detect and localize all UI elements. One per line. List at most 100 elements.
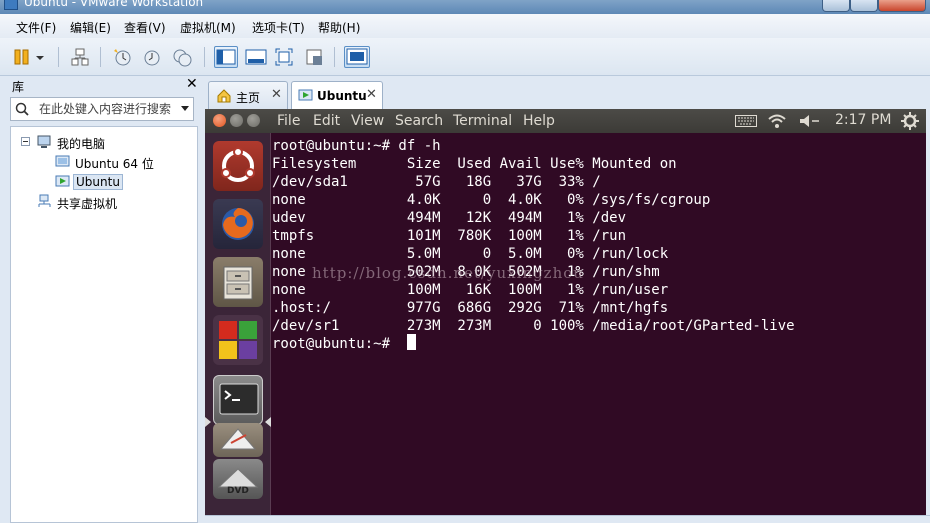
ubuntu-logo-icon[interactable] [213,141,263,191]
office-icon[interactable] [213,315,263,365]
gear-icon[interactable] [901,112,919,130]
revert-icon[interactable] [142,47,162,67]
tree-item-ubuntu-64[interactable]: Ubuntu 64 位 [55,153,195,171]
home-icon [217,89,231,103]
unity-icon[interactable] [304,47,324,67]
volume-icon[interactable] [799,114,821,128]
guest-menu-search[interactable]: Search [395,113,443,129]
tree-label: Ubuntu [73,174,123,190]
tree-item-shared-vms[interactable]: 共享虚拟机 [37,193,187,211]
dvd-icon[interactable]: DVD [213,459,263,499]
running-vm-icon [298,89,313,101]
watermark: http://blog.csdn.net/yuxingzhou [312,264,584,282]
sidebar-icon[interactable] [214,46,238,68]
terminal-line: tmpfs 101M 780K 100M 1% /run [272,228,627,244]
unity-launcher: DVD [205,133,271,515]
guest-display[interactable]: File Edit View Search Terminal Help 2:17… [205,109,926,515]
library-header: 库 ✕ [6,76,202,94]
terminal-line: .host:/ 977G 686G 292G 71% /mnt/hgfs [272,300,669,316]
pause-icon[interactable] [12,47,32,67]
guest-menu-edit[interactable]: Edit [313,113,340,129]
tree-item-ubuntu[interactable]: Ubuntu [55,173,195,191]
menu-edit[interactable]: 编辑(E) [70,19,111,36]
tab-strip: 主页 ✕ Ubuntu ✕ [205,76,930,109]
manage-snapshots-icon[interactable] [172,47,192,67]
status-bar [205,515,930,523]
terminal-line: /dev/sr1 273M 273M 0 100% /media/root/GP… [272,318,795,334]
search-dropdown-icon[interactable] [181,106,189,111]
computer-icon [37,135,51,148]
library-tree: 我的电脑 Ubuntu 64 位 Ubuntu 共享虚拟机 [10,126,198,523]
network-icon[interactable] [70,47,90,67]
search-icon [15,102,29,116]
running-vm-icon [55,175,70,187]
toolbar-separator [204,47,205,67]
vm-icon [55,155,70,167]
terminal-line: none 5.0M 0 5.0M 0% /run/lock [272,246,669,262]
terminal-cursor [407,334,416,350]
terminal-line: /dev/sda1 57G 18G 37G 33% / [272,174,601,190]
guest-menu-file[interactable]: File [277,113,300,129]
terminal-line: root@ubuntu:~# df -h [272,138,441,154]
collapse-icon[interactable] [21,137,30,146]
launcher-active-indicator [205,417,211,427]
clock-label[interactable]: 2:17 PM [835,112,891,128]
fullscreen-icon[interactable] [274,47,294,67]
terminal-minimize-button[interactable] [230,114,243,127]
terminal-prompt: root@ubuntu:~# [272,336,399,352]
library-search[interactable] [10,97,194,121]
console-view-icon[interactable] [344,46,370,68]
close-window-button[interactable] [878,0,926,12]
tree-label: Ubuntu 64 位 [75,157,154,171]
thumbnail-icon[interactable] [244,47,268,67]
library-title: 库 [12,80,25,94]
keyboard-icon[interactable] [735,115,757,127]
wifi-icon[interactable] [767,113,787,129]
vmware-app-icon [4,0,18,10]
minimize-button[interactable] [822,0,850,12]
terminal-line: Filesystem Size Used Avail Use% Mounted … [272,156,677,172]
menu-bar: 文件(F) 编辑(E) 查看(V) 虚拟机(M) 选项卡(T) 帮助(H) [0,14,930,38]
tab-ubuntu-close-icon[interactable]: ✕ [366,87,377,102]
menu-file[interactable]: 文件(F) [16,19,56,36]
search-input[interactable] [39,100,179,118]
terminal-output[interactable]: root@ubuntu:~# df -h Filesystem Size Use… [272,137,922,513]
title-bar: Ubuntu - VMware Workstation [0,0,930,14]
pause-dropdown-icon[interactable] [34,47,46,67]
terminal-line: udev 494M 12K 494M 1% /dev [272,210,627,226]
firefox-icon[interactable] [213,199,263,249]
toolbar-separator [58,47,59,67]
tab-ubuntu-label: Ubuntu [317,89,367,103]
svg-text:DVD: DVD [227,486,249,496]
text-editor-icon[interactable] [213,423,263,457]
menu-vm[interactable]: 虚拟机(M) [180,19,236,36]
terminal-close-button[interactable] [213,114,226,127]
menu-view[interactable]: 查看(V) [124,19,166,36]
toolbar [0,38,930,76]
terminal-line: none 100M 16K 100M 1% /run/user [272,282,669,298]
menu-help[interactable]: 帮助(H) [318,19,360,36]
terminal-icon[interactable] [213,375,263,425]
guest-menu-terminal[interactable]: Terminal [453,113,512,129]
tab-home[interactable]: 主页 ✕ [208,81,288,109]
window-title: Ubuntu - VMware Workstation [24,0,204,9]
tab-home-label: 主页 [236,91,261,105]
vmware-window: Ubuntu - VMware Workstation 文件(F) 编辑(E) … [0,0,930,523]
tab-ubuntu[interactable]: Ubuntu ✕ [291,81,383,109]
guest-menu-help[interactable]: Help [523,113,555,129]
snapshot-icon[interactable] [112,47,132,67]
tree-label: 我的电脑 [57,137,106,151]
guest-menu-view[interactable]: View [351,113,384,129]
launcher-focus-indicator [265,417,271,427]
ubuntu-top-panel: File Edit View Search Terminal Help 2:17… [205,109,926,133]
terminal-line: none 4.0K 0 4.0K 0% /sys/fs/cgroup [272,192,711,208]
terminal-maximize-button[interactable] [247,114,260,127]
toolbar-separator [334,47,335,67]
file-manager-icon[interactable] [213,257,263,307]
toolbar-separator [100,47,101,67]
library-close-button[interactable]: ✕ [186,76,198,92]
tab-home-close-icon[interactable]: ✕ [271,87,282,102]
menu-tabs[interactable]: 选项卡(T) [252,19,305,36]
maximize-button[interactable] [850,0,878,12]
tree-item-my-computer[interactable]: 我的电脑 [21,133,191,151]
